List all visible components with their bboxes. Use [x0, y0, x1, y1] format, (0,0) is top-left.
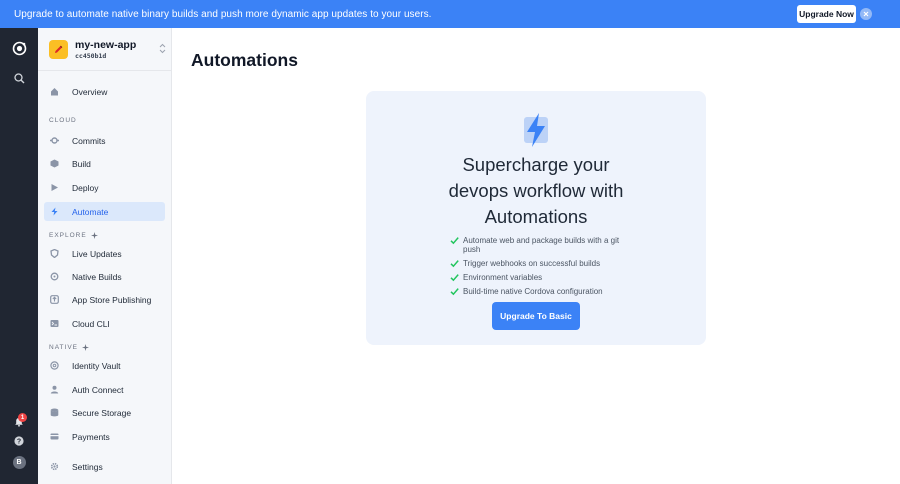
card-heading-line: Supercharge your	[462, 154, 610, 175]
upgrade-card: Supercharge your devops workflow with Au…	[366, 91, 706, 345]
sidebar-item-cloud-cli[interactable]: Cloud CLI	[44, 314, 165, 333]
sidebar-item-label: Cloud CLI	[72, 318, 110, 329]
feature-item: Build-time native Cordova configuration	[450, 287, 630, 296]
gear-icon	[50, 462, 59, 471]
sidebar-item-label: Native Builds	[72, 271, 122, 282]
commit-icon	[50, 136, 59, 145]
app-switcher[interactable]: my-new-app cc450b1d	[38, 28, 172, 71]
upgrade-to-basic-button[interactable]: Upgrade To Basic	[492, 302, 580, 330]
sparkle-icon	[90, 232, 98, 239]
section-label-native: NATIVE	[49, 344, 89, 351]
svg-text:?: ?	[17, 439, 21, 446]
close-icon	[863, 11, 869, 17]
profile-button[interactable]: B	[0, 456, 38, 469]
cog-icon	[50, 272, 59, 281]
feature-text: Environment variables	[463, 273, 543, 282]
terminal-icon	[50, 319, 59, 328]
sidebar-item-build[interactable]: Build	[44, 154, 165, 173]
upgrade-now-button[interactable]: Upgrade Now	[797, 5, 856, 23]
publish-icon	[50, 295, 59, 304]
app-icon	[49, 40, 68, 59]
notification-badge: 1	[18, 413, 27, 422]
sidebar-item-payments[interactable]: Payments	[44, 427, 165, 446]
sidebar-item-label: Settings	[72, 461, 103, 472]
ionic-logo[interactable]	[0, 41, 38, 56]
page-title: Automations	[191, 50, 298, 70]
sidebar-item-secure-storage[interactable]: Secure Storage	[44, 403, 165, 422]
feature-text: Trigger webhooks on successful builds	[463, 259, 601, 268]
feature-item: Environment variables	[450, 273, 630, 282]
sidebar-item-label: Secure Storage	[72, 407, 132, 418]
search-button[interactable]	[0, 73, 38, 84]
sidebar-item-label: Identity Vault	[72, 360, 121, 371]
chevron-updown-icon	[159, 43, 166, 54]
sidebar-item-label: Live Updates	[72, 248, 122, 259]
feature-list: Automate web and package builds with a g…	[450, 236, 630, 301]
section-label-text: EXPLORE	[49, 232, 87, 239]
sidebar-item-settings[interactable]: Settings	[44, 457, 165, 476]
sidebar-item-automate[interactable]: Automate	[44, 202, 165, 221]
card-heading-line: Automations	[484, 206, 588, 227]
section-label-cloud: CLOUD	[49, 117, 77, 124]
check-icon	[450, 288, 459, 296]
card-heading: Supercharge your devops workflow with Au…	[366, 152, 706, 230]
database-icon	[50, 408, 59, 417]
sidebar-item-identity-vault[interactable]: Identity Vault	[44, 356, 165, 375]
sidebar-item-overview[interactable]: Overview	[44, 82, 165, 101]
help-button[interactable]: ?	[0, 436, 38, 446]
bolt-illustration-icon	[524, 113, 548, 147]
sidebar-item-live-updates[interactable]: Live Updates	[44, 244, 165, 263]
sidebar-item-label: Payments	[72, 431, 110, 442]
cube-icon	[50, 159, 59, 168]
close-banner-button[interactable]	[860, 8, 872, 20]
app-name: my-new-app	[75, 39, 137, 51]
sidebar-item-label: App Store Publishing	[72, 294, 152, 305]
feature-item: Trigger webhooks on successful builds	[450, 259, 630, 268]
avatar: B	[12, 456, 26, 469]
section-label-explore: EXPLORE	[49, 232, 98, 239]
check-icon	[450, 260, 459, 268]
sparkle-icon	[82, 344, 89, 351]
sidebar-item-deploy[interactable]: Deploy	[44, 178, 165, 197]
global-rail: 1 ? B	[0, 28, 38, 484]
banner-text: Upgrade to automate native binary builds…	[14, 8, 432, 20]
play-icon	[50, 183, 59, 192]
sidebar-item-label: Deploy	[72, 182, 99, 193]
sidebar-item-app-store-publishing[interactable]: App Store Publishing	[44, 290, 165, 309]
feature-text: Automate web and package builds with a g…	[463, 236, 620, 254]
home-icon	[50, 87, 59, 96]
card-heading-line: devops workflow with	[448, 180, 624, 201]
search-icon	[13, 73, 24, 84]
check-icon	[450, 274, 459, 282]
ionic-logo-icon	[12, 41, 26, 56]
upgrade-banner: Upgrade to automate native binary builds…	[0, 0, 900, 28]
help-icon: ?	[14, 436, 24, 446]
vault-icon	[50, 361, 59, 370]
card-icon	[50, 432, 59, 441]
sidebar-item-label: Commits	[72, 135, 106, 146]
feature-item: Automate web and package builds with a g…	[450, 236, 630, 254]
sidebar-item-auth-connect[interactable]: Auth Connect	[44, 380, 165, 399]
sidebar-item-native-builds[interactable]: Native Builds	[44, 267, 165, 286]
sidebar-item-label: Build	[72, 158, 91, 169]
sidebar-item-label: Overview	[72, 86, 108, 97]
user-icon	[50, 385, 59, 394]
check-icon	[450, 237, 459, 245]
notifications-button[interactable]: 1	[0, 413, 38, 427]
sidebar: my-new-app cc450b1d Overview CLOUD Commi…	[38, 28, 172, 484]
pencil-icon	[55, 45, 63, 53]
section-label-text: NATIVE	[49, 344, 78, 351]
app-id: cc450b1d	[75, 52, 107, 60]
bolt-icon	[50, 207, 59, 216]
sidebar-item-commits[interactable]: Commits	[44, 131, 165, 150]
feature-text: Build-time native Cordova configuration	[463, 287, 603, 296]
sidebar-item-label: Auth Connect	[72, 384, 124, 395]
shield-icon	[50, 249, 59, 258]
sidebar-item-label: Automate	[72, 206, 109, 217]
